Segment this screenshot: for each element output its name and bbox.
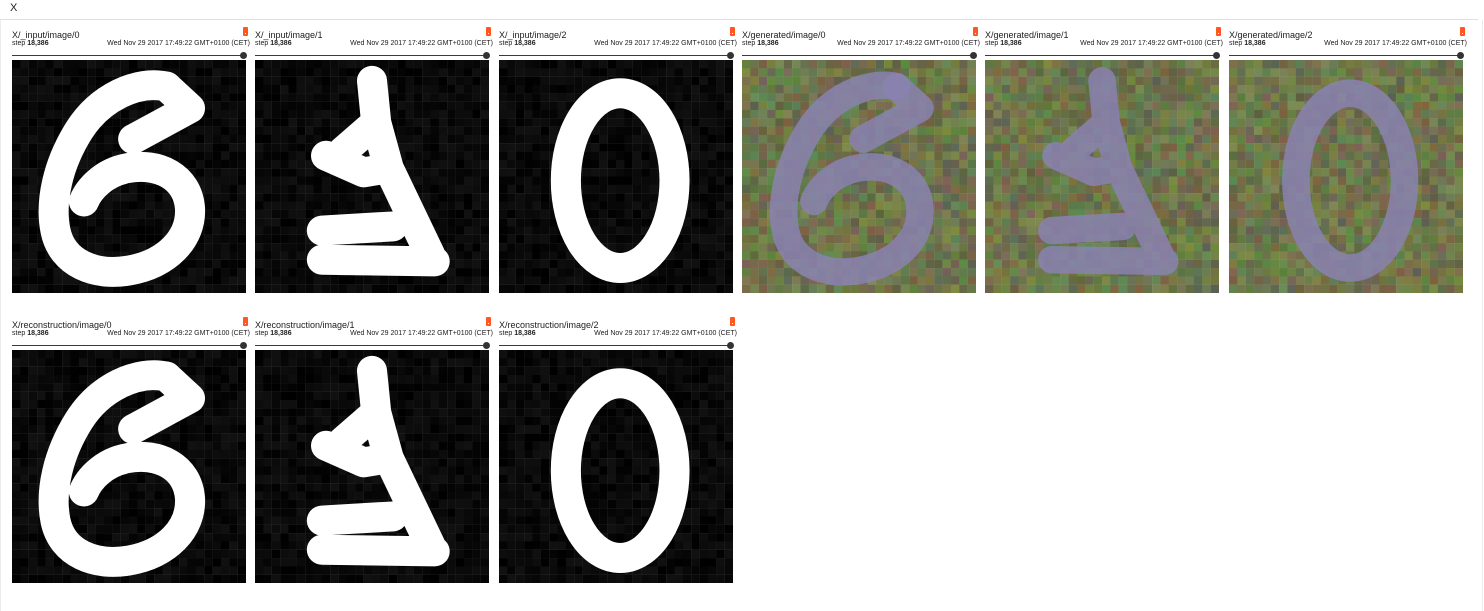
step-value: 18,386 <box>27 40 49 47</box>
step-label: step 18,386 <box>12 40 49 47</box>
image-card: X/generated/image/2 step 18,386 Wed Nov … <box>1229 20 1467 293</box>
pin-icon[interactable] <box>243 317 248 326</box>
step-label: step 18,386 <box>12 330 49 337</box>
slider-knob[interactable] <box>727 52 734 59</box>
step-label: step 18,386 <box>255 330 292 337</box>
step-text: step <box>742 40 756 47</box>
timestamp: Wed Nov 29 2017 17:49:22 GMT+0100 (CET) <box>594 40 737 47</box>
timestamp: Wed Nov 29 2017 17:49:22 GMT+0100 (CET) <box>837 40 980 47</box>
step-value: 18,386 <box>270 330 292 337</box>
step-label: step 18,386 <box>499 40 536 47</box>
timestamp: Wed Nov 29 2017 17:49:22 GMT+0100 (CET) <box>350 330 493 337</box>
step-slider[interactable] <box>742 52 977 60</box>
card-title: X/_input/image/1 <box>255 30 323 40</box>
step-slider[interactable] <box>1229 52 1464 60</box>
step-value: 18,386 <box>514 40 536 47</box>
slider-knob[interactable] <box>727 342 734 349</box>
step-slider[interactable] <box>255 52 490 60</box>
image-thumbnail <box>985 60 1219 293</box>
image-card: X/generated/image/0 step 18,386 Wed Nov … <box>742 20 980 293</box>
step-text: step <box>1229 40 1243 47</box>
step-slider[interactable] <box>12 342 247 350</box>
pin-icon[interactable] <box>973 27 978 36</box>
step-label: step 18,386 <box>1229 40 1266 47</box>
pin-icon[interactable] <box>730 27 735 36</box>
image-thumbnail <box>12 350 246 583</box>
step-slider[interactable] <box>499 342 734 350</box>
step-slider[interactable] <box>985 52 1220 60</box>
step-text: step <box>12 330 26 337</box>
step-text: step <box>255 330 269 337</box>
step-slider[interactable] <box>499 52 734 60</box>
card-title: X/generated/image/2 <box>1229 30 1313 40</box>
pin-icon[interactable] <box>1460 27 1465 36</box>
step-value: 18,386 <box>757 40 779 47</box>
timestamp: Wed Nov 29 2017 17:49:22 GMT+0100 (CET) <box>1324 40 1467 47</box>
slider-knob[interactable] <box>483 342 490 349</box>
image-card: X/_input/image/2 step 18,386 Wed Nov 29 … <box>499 20 737 293</box>
card-title: X/generated/image/0 <box>742 30 826 40</box>
image-card: X/reconstruction/image/0 step 18,386 Wed… <box>12 310 250 583</box>
image-thumbnail <box>499 350 733 583</box>
step-text: step <box>255 40 269 47</box>
image-thumbnail <box>742 60 976 293</box>
image-card: X/_input/image/1 step 18,386 Wed Nov 29 … <box>255 20 493 293</box>
slider-knob[interactable] <box>483 52 490 59</box>
step-label: step 18,386 <box>742 40 779 47</box>
card-title: X/_input/image/2 <box>499 30 567 40</box>
slider-knob[interactable] <box>970 52 977 59</box>
step-value: 18,386 <box>1244 40 1266 47</box>
pin-icon[interactable] <box>730 317 735 326</box>
pin-icon[interactable] <box>243 27 248 36</box>
timestamp: Wed Nov 29 2017 17:49:22 GMT+0100 (CET) <box>107 40 250 47</box>
image-card: X/reconstruction/image/2 step 18,386 Wed… <box>499 310 737 583</box>
card-title: X/generated/image/1 <box>985 30 1069 40</box>
slider-knob[interactable] <box>240 342 247 349</box>
timestamp: Wed Nov 29 2017 17:49:22 GMT+0100 (CET) <box>107 330 250 337</box>
step-slider[interactable] <box>12 52 247 60</box>
step-value: 18,386 <box>270 40 292 47</box>
step-value: 18,386 <box>27 330 49 337</box>
slider-knob[interactable] <box>240 52 247 59</box>
step-value: 18,386 <box>514 330 536 337</box>
timestamp: Wed Nov 29 2017 17:49:22 GMT+0100 (CET) <box>350 40 493 47</box>
image-card: X/reconstruction/image/1 step 18,386 Wed… <box>255 310 493 583</box>
slider-knob[interactable] <box>1457 52 1464 59</box>
image-thumbnail <box>12 60 246 293</box>
image-card: X/generated/image/1 step 18,386 Wed Nov … <box>985 20 1223 293</box>
image-thumbnail <box>255 60 489 293</box>
step-label: step 18,386 <box>985 40 1022 47</box>
group-header[interactable]: X <box>0 0 1478 20</box>
image-thumbnail <box>1229 60 1463 293</box>
step-label: step 18,386 <box>499 330 536 337</box>
timestamp: Wed Nov 29 2017 17:49:22 GMT+0100 (CET) <box>594 330 737 337</box>
step-value: 18,386 <box>1000 40 1022 47</box>
step-label: step 18,386 <box>255 40 292 47</box>
slider-knob[interactable] <box>1213 52 1220 59</box>
card-title: X/reconstruction/image/0 <box>12 320 112 330</box>
pin-icon[interactable] <box>486 317 491 326</box>
step-text: step <box>985 40 999 47</box>
timestamp: Wed Nov 29 2017 17:49:22 GMT+0100 (CET) <box>1080 40 1223 47</box>
step-slider[interactable] <box>255 342 490 350</box>
card-title: X/reconstruction/image/1 <box>255 320 355 330</box>
step-text: step <box>499 40 513 47</box>
step-text: step <box>12 40 26 47</box>
group-title: X <box>10 2 18 14</box>
image-card: X/_input/image/0 step 18,386 Wed Nov 29 … <box>12 20 250 293</box>
pin-icon[interactable] <box>1216 27 1221 36</box>
image-thumbnail <box>499 60 733 293</box>
pin-icon[interactable] <box>486 27 491 36</box>
card-title: X/reconstruction/image/2 <box>499 320 599 330</box>
image-thumbnail <box>255 350 489 583</box>
step-text: step <box>499 330 513 337</box>
card-title: X/_input/image/0 <box>12 30 80 40</box>
